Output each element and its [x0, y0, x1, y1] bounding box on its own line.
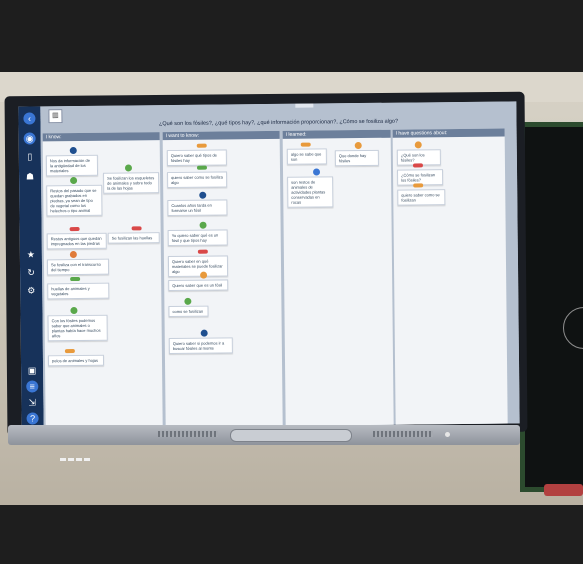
- red-tag: [412, 163, 423, 168]
- orange-tag: [300, 142, 311, 147]
- column-header: I have questions about:: [395, 130, 448, 137]
- refresh-icon[interactable]: ↻: [25, 266, 37, 278]
- top-dark-band: [0, 0, 583, 72]
- avatar-dot: [70, 177, 78, 185]
- avatar-dot: [69, 251, 77, 259]
- help-icon[interactable]: ?: [26, 412, 39, 425]
- orange-tag: [196, 143, 207, 148]
- note-card[interactable]: Quiero saber que es un fósil: [168, 279, 229, 292]
- wall-stickers: [60, 448, 92, 466]
- power-led: [445, 432, 450, 437]
- smartboard-bottom-bar: [8, 425, 520, 445]
- column-i-know: I know: Nos da información de la antigüe…: [42, 132, 163, 429]
- avatar-dot: [200, 271, 208, 279]
- column-header: I want to know:: [165, 132, 200, 140]
- pen-tray[interactable]: [230, 429, 352, 442]
- avatar-dot: [414, 141, 422, 149]
- column-header: I learned:: [285, 131, 307, 138]
- avatar-dot: [70, 307, 78, 315]
- note-card[interactable]: pelos de animales y hojas: [47, 354, 105, 367]
- avatar-dot: [199, 191, 207, 199]
- note-card[interactable]: como se fosilizan: [168, 305, 209, 318]
- avatar-dot: [354, 142, 362, 150]
- avatar-dot: [199, 221, 207, 229]
- left-speaker: [158, 431, 218, 437]
- orange-tag: [64, 349, 75, 354]
- brainstorm-canvas: ▥ ¿Qué son los fósiles?, ¿qué tipos hay?…: [40, 101, 520, 429]
- exit-icon[interactable]: ⇲: [26, 396, 38, 408]
- avatar-dot: [184, 297, 192, 305]
- note-card[interactable]: Con los fósiles podemos saber que animal…: [47, 314, 108, 342]
- star-icon[interactable]: ★: [25, 248, 37, 260]
- note-card[interactable]: Se fosiliza con el transcurso del tiempo: [46, 258, 110, 276]
- chalkboard: [520, 122, 583, 492]
- red-tag: [131, 226, 142, 231]
- avatar-dot: [69, 147, 77, 155]
- note-card[interactable]: Quiero saber qué tipos de fósiles hay: [166, 149, 227, 167]
- note-card[interactable]: Quiero saber si podemos ir a buscar fósi…: [168, 337, 233, 355]
- note-card[interactable]: Que donde hay fósiles: [334, 149, 379, 167]
- column-questions: I have questions about: ¿Qué son los fós…: [392, 128, 508, 428]
- chalk-drawing: [563, 307, 583, 349]
- note-card[interactable]: Se fosilizan los esqueletos de animales …: [103, 172, 160, 194]
- red-tag: [69, 226, 80, 232]
- note-card[interactable]: Quiero saber en qué materiales se puede …: [167, 255, 229, 278]
- orange-tag: [413, 183, 424, 188]
- note-card[interactable]: son restos de animales de actividades pl…: [287, 176, 334, 208]
- avatar-dot: [200, 329, 208, 337]
- column-want-to-know: I want to know: Quiero saber qué tipos d…: [162, 130, 283, 429]
- note-card[interactable]: Yo quiero saber qué es un fósil y que ti…: [167, 229, 228, 247]
- column-learned: I learned: algo se sabe que son Que dond…: [282, 129, 394, 429]
- avatar-dot: [312, 168, 321, 176]
- activity-title: ¿Qué son los fósiles?, ¿qué tipos hay?, …: [158, 118, 399, 128]
- avatar-dot: [124, 164, 133, 172]
- screen-icon[interactable]: ▣: [26, 364, 38, 376]
- note-card[interactable]: huellas de animales y vegetales: [47, 282, 110, 300]
- note-card[interactable]: Restos antiguos que quedan impregnados e…: [46, 232, 107, 250]
- chalk-tray: [544, 484, 583, 496]
- right-speaker: [373, 431, 433, 437]
- back-icon[interactable]: ‹: [23, 112, 36, 125]
- gear-icon[interactable]: ⚙: [25, 284, 37, 296]
- pages-icon[interactable]: ▯: [24, 150, 36, 162]
- green-tag: [196, 165, 207, 170]
- note-card[interactable]: algo se sabe que son: [286, 148, 327, 165]
- smartboard-screen: ‹ ◉ ▯ ☗ ★ ↻ ⚙ ▣ ≡ ⇲ ? ▥ ¿Qué son los fós…: [18, 101, 520, 429]
- bottom-dark-band: [0, 505, 583, 564]
- red-tag: [197, 249, 208, 254]
- note-card[interactable]: Restos del pasado que se quedan grabados…: [46, 184, 103, 217]
- note-card[interactable]: Nos da información de la antigüedad de l…: [45, 154, 99, 177]
- top-handle[interactable]: [295, 103, 314, 108]
- green-tag: [70, 276, 81, 282]
- note-card[interactable]: quiero saber como se fosiliza algo: [167, 171, 228, 189]
- note-card[interactable]: Se fosilizan las huellas: [107, 232, 160, 244]
- column-header: I know:: [45, 134, 62, 141]
- note-card[interactable]: quiero saber como se fosilizan: [397, 189, 446, 206]
- menu-icon[interactable]: ≡: [26, 380, 39, 393]
- participants-icon[interactable]: ☗: [24, 170, 36, 182]
- settings-icon[interactable]: ◉: [23, 132, 36, 145]
- note-card[interactable]: Cuantos años tarda en formarse un fósil: [167, 199, 228, 217]
